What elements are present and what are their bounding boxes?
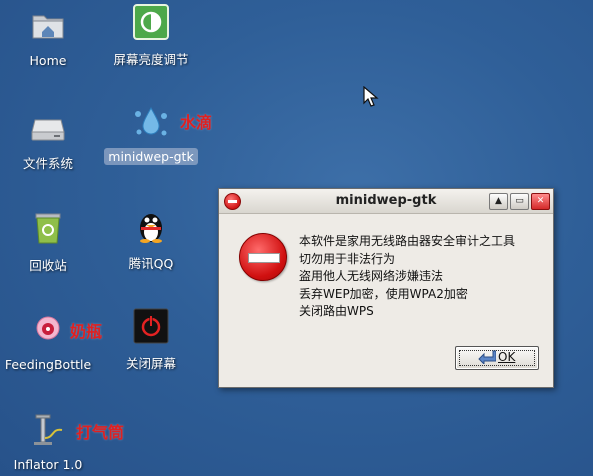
dialog-message: 本软件是家用无线路由器安全审计之工具 切勿用于非法行为 盗用他人无线网络涉嫌违法… xyxy=(299,233,515,321)
pump-icon xyxy=(30,412,66,448)
message-line: 丢弃WEP加密，使用WPA2加密 xyxy=(299,286,468,301)
icon-label: 文件系统 xyxy=(22,156,73,171)
icon-label: 回收站 xyxy=(29,258,67,273)
restore-button[interactable]: ▭ xyxy=(510,193,529,210)
hard-drive-icon xyxy=(30,108,66,144)
maximize-button[interactable]: ▲ xyxy=(489,193,508,210)
feeding-bottle-icon xyxy=(30,312,66,348)
desktop-icon-home[interactable]: Home xyxy=(0,8,103,69)
annotation-inflator: 打气筒 xyxy=(76,423,125,442)
icon-label: 屏幕亮度调节 xyxy=(113,52,189,67)
annotation-water-drop: 水滴 xyxy=(180,113,213,132)
message-line: 关闭路由WPS xyxy=(299,304,374,318)
home-folder-icon xyxy=(30,8,66,44)
icon-label: 关闭屏幕 xyxy=(125,356,176,371)
icon-label: minidwep-gtk xyxy=(104,148,198,165)
ok-button[interactable]: OK xyxy=(455,346,539,370)
trash-icon xyxy=(30,210,66,246)
icon-label: 腾讯QQ xyxy=(128,256,174,271)
message-line: 切勿用于非法行为 xyxy=(299,251,396,266)
desktop-icon-screen-off[interactable]: 关闭屏幕 xyxy=(96,308,206,373)
ok-label: OK xyxy=(498,350,516,364)
focus-ring xyxy=(459,350,535,366)
dialog-titlebar[interactable]: minidwep-gtk ▲ ▭ ✕ xyxy=(219,189,553,214)
desktop-icon-filesystem[interactable]: 文件系统 xyxy=(0,108,103,173)
message-line: 本软件是家用无线路由器安全审计之工具 xyxy=(299,234,516,248)
error-stop-icon xyxy=(239,233,287,281)
return-arrow-icon xyxy=(478,350,497,367)
desktop-icon-qq[interactable]: 腾讯QQ xyxy=(96,208,206,273)
warning-dialog: minidwep-gtk ▲ ▭ ✕ 本软件是家用无线路由器安全审计之工具 切勿… xyxy=(218,188,554,388)
brightness-icon xyxy=(133,4,169,40)
power-icon xyxy=(133,308,169,344)
icon-label: Inflator 1.0 xyxy=(13,457,83,472)
mouse-pointer-icon xyxy=(363,85,381,112)
icon-label: Home xyxy=(29,53,67,68)
qq-penguin-icon xyxy=(133,208,169,244)
desktop-icon-brightness[interactable]: 屏幕亮度调节 xyxy=(96,4,206,69)
water-drop-icon xyxy=(133,104,169,140)
icon-label: FeedingBottle xyxy=(4,357,92,372)
close-button[interactable]: ✕ xyxy=(531,193,550,210)
message-line: 盗用他人无线网络涉嫌违法 xyxy=(299,269,444,283)
desktop-icon-trash[interactable]: 回收站 xyxy=(0,210,103,275)
